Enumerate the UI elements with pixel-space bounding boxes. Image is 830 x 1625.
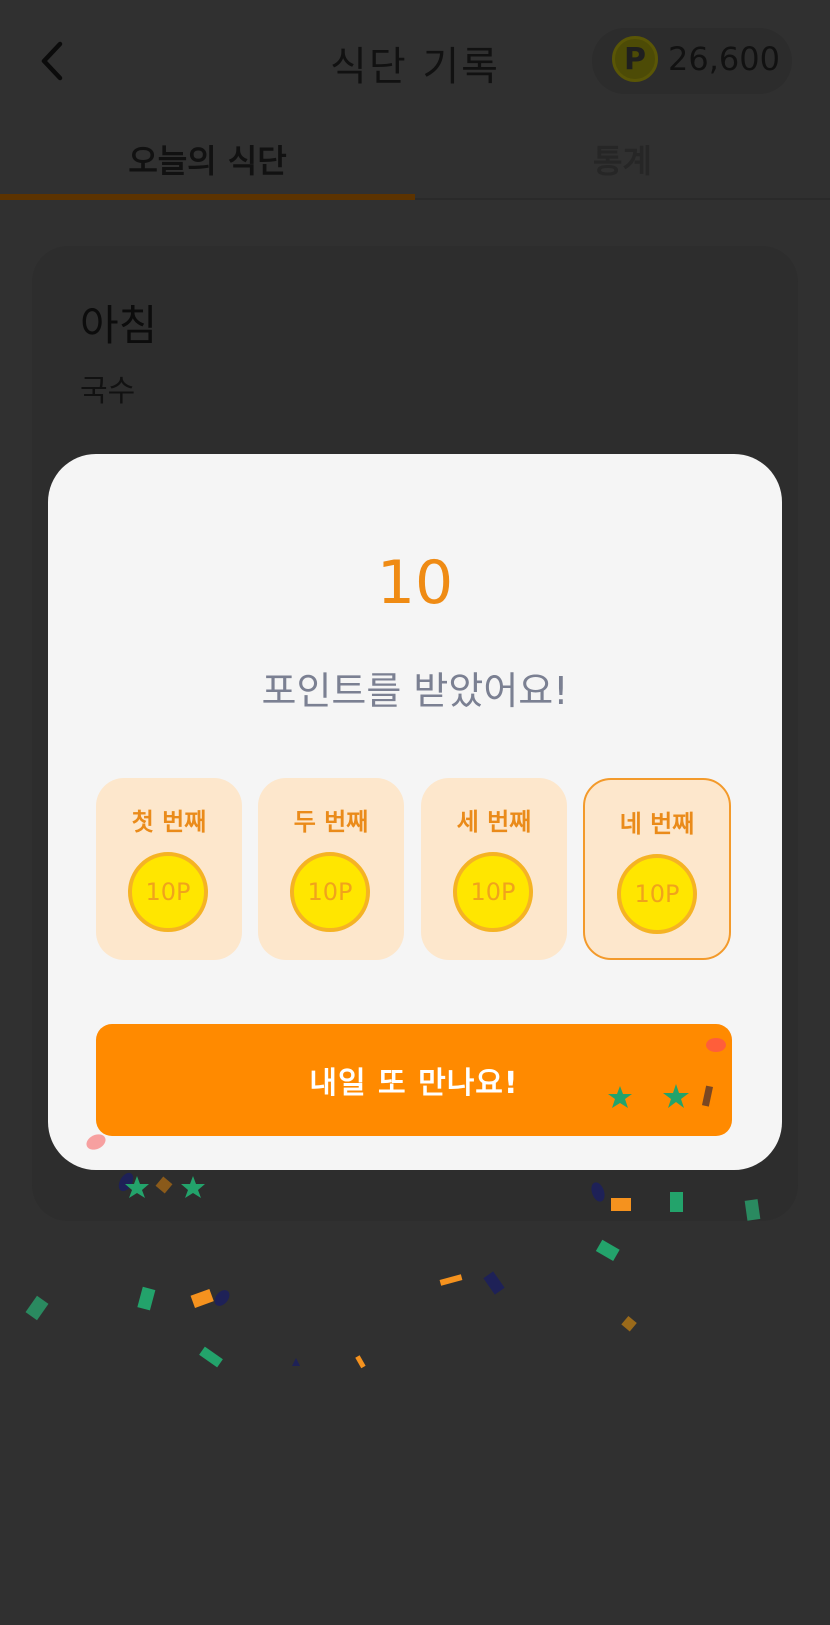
reward-amount: 10 bbox=[376, 548, 454, 618]
day-label: 네 번째 bbox=[619, 810, 695, 838]
day-label: 첫 번째 bbox=[131, 808, 207, 836]
day-card-2: 두 번째 10P bbox=[258, 778, 404, 960]
tab-statistics[interactable]: 통계 bbox=[415, 136, 830, 182]
day-label: 두 번째 bbox=[293, 808, 369, 836]
meal-item-name: 국수 bbox=[80, 374, 136, 409]
active-tab-indicator bbox=[0, 194, 415, 200]
day-card-1: 첫 번째 10P bbox=[96, 778, 242, 960]
coin-icon: 10P bbox=[290, 852, 370, 932]
meal-time-title: 아침 bbox=[80, 301, 158, 350]
points-balance: 26,600 bbox=[668, 40, 780, 78]
coin-icon: 10P bbox=[128, 852, 208, 932]
tab-today-meal[interactable]: 오늘의 식단 bbox=[0, 136, 415, 182]
see-you-tomorrow-button[interactable]: 내일 또 만나요! bbox=[96, 1024, 732, 1136]
point-coin-icon: P bbox=[612, 36, 658, 82]
reward-message: 포인트를 받았어요! bbox=[261, 669, 569, 713]
tab-divider bbox=[415, 198, 830, 200]
coin-icon: 10P bbox=[617, 854, 697, 934]
reward-modal: 10 포인트를 받았어요! 첫 번째 10P 두 번째 10P 세 번째 10P… bbox=[48, 454, 782, 1170]
day-label: 세 번째 bbox=[456, 808, 532, 836]
day-card-3: 세 번째 10P bbox=[421, 778, 567, 960]
day-card-4-current: 네 번째 10P bbox=[583, 778, 731, 960]
coin-icon: 10P bbox=[453, 852, 533, 932]
